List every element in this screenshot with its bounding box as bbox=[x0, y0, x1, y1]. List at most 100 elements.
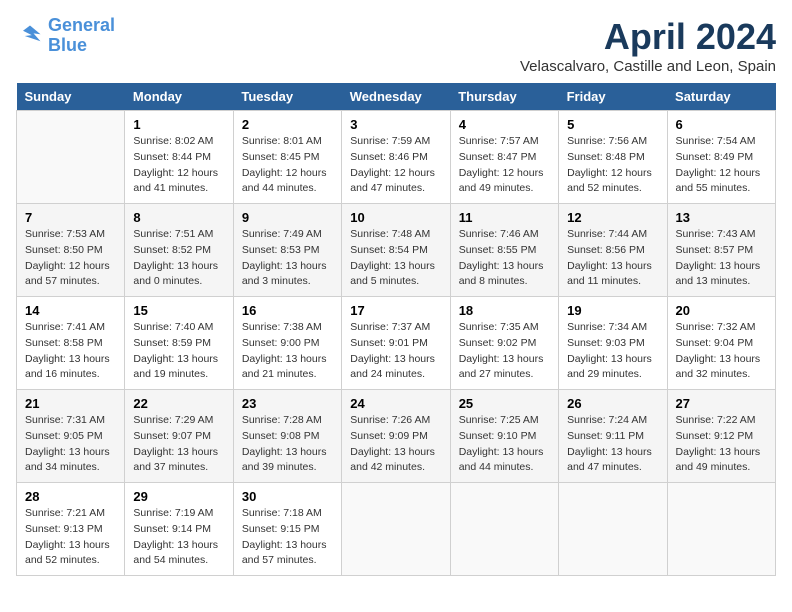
day-number: 21 bbox=[25, 396, 116, 411]
header-sunday: Sunday bbox=[17, 83, 125, 111]
calendar-cell: 7 Sunrise: 7:53 AMSunset: 8:50 PMDaylight… bbox=[17, 204, 125, 297]
day-info: Sunrise: 7:21 AMSunset: 9:13 PMDaylight:… bbox=[25, 506, 116, 569]
calendar-cell bbox=[559, 483, 667, 576]
calendar-cell: 5 Sunrise: 7:56 AMSunset: 8:48 PMDaylight… bbox=[559, 111, 667, 204]
day-number: 11 bbox=[459, 210, 550, 225]
calendar-week-row: 7 Sunrise: 7:53 AMSunset: 8:50 PMDaylight… bbox=[17, 204, 776, 297]
calendar-cell: 20 Sunrise: 7:32 AMSunset: 9:04 PMDayligh… bbox=[667, 297, 775, 390]
day-number: 6 bbox=[676, 117, 767, 132]
calendar-cell: 1 Sunrise: 8:02 AMSunset: 8:44 PMDaylight… bbox=[125, 111, 233, 204]
calendar-cell: 21 Sunrise: 7:31 AMSunset: 9:05 PMDayligh… bbox=[17, 390, 125, 483]
calendar-cell: 3 Sunrise: 7:59 AMSunset: 8:46 PMDaylight… bbox=[342, 111, 450, 204]
location-text: Velascalvaro, Castille and Leon, Spain bbox=[520, 58, 776, 75]
day-info: Sunrise: 7:43 AMSunset: 8:57 PMDaylight:… bbox=[676, 227, 767, 290]
day-info: Sunrise: 7:32 AMSunset: 9:04 PMDaylight:… bbox=[676, 320, 767, 383]
calendar-week-row: 21 Sunrise: 7:31 AMSunset: 9:05 PMDayligh… bbox=[17, 390, 776, 483]
day-number: 1 bbox=[133, 117, 224, 132]
day-number: 7 bbox=[25, 210, 116, 225]
calendar-cell: 27Sunrise: 7:22 AMSunset: 9:12 PMDayligh… bbox=[667, 390, 775, 483]
title-block: April 2024 Velascalvaro, Castille and Le… bbox=[520, 16, 776, 75]
day-number: 19 bbox=[567, 303, 658, 318]
calendar-table: SundayMondayTuesdayWednesdayThursdayFrid… bbox=[16, 83, 776, 576]
day-number: 18 bbox=[459, 303, 550, 318]
day-info: Sunrise: 7:25 AMSunset: 9:10 PMDaylight:… bbox=[459, 413, 550, 476]
day-info: Sunrise: 7:41 AMSunset: 8:58 PMDaylight:… bbox=[25, 320, 116, 383]
calendar-cell: 16Sunrise: 7:38 AMSunset: 9:00 PMDayligh… bbox=[233, 297, 341, 390]
day-number: 29 bbox=[133, 489, 224, 504]
day-number: 13 bbox=[676, 210, 767, 225]
calendar-week-row: 1 Sunrise: 8:02 AMSunset: 8:44 PMDaylight… bbox=[17, 111, 776, 204]
calendar-cell: 25 Sunrise: 7:25 AMSunset: 9:10 PMDayligh… bbox=[450, 390, 558, 483]
day-info: Sunrise: 7:40 AMSunset: 8:59 PMDaylight:… bbox=[133, 320, 224, 383]
day-number: 30 bbox=[242, 489, 333, 504]
day-info: Sunrise: 7:22 AMSunset: 9:12 PMDaylight:… bbox=[676, 413, 767, 476]
calendar-cell: 18 Sunrise: 7:35 AMSunset: 9:02 PMDayligh… bbox=[450, 297, 558, 390]
calendar-cell: 10 Sunrise: 7:48 AMSunset: 8:54 PMDayligh… bbox=[342, 204, 450, 297]
calendar-cell: 26 Sunrise: 7:24 AMSunset: 9:11 PMDayligh… bbox=[559, 390, 667, 483]
day-number: 5 bbox=[567, 117, 658, 132]
header-friday: Friday bbox=[559, 83, 667, 111]
day-info: Sunrise: 7:51 AMSunset: 8:52 PMDaylight:… bbox=[133, 227, 224, 290]
day-number: 8 bbox=[133, 210, 224, 225]
calendar-cell: 22 Sunrise: 7:29 AMSunset: 9:07 PMDayligh… bbox=[125, 390, 233, 483]
day-number: 3 bbox=[350, 117, 441, 132]
day-info: Sunrise: 7:46 AMSunset: 8:55 PMDaylight:… bbox=[459, 227, 550, 290]
day-info: Sunrise: 7:53 AMSunset: 8:50 PMDaylight:… bbox=[25, 227, 116, 290]
day-number: 26 bbox=[567, 396, 658, 411]
day-number: 28 bbox=[25, 489, 116, 504]
day-info: Sunrise: 8:01 AMSunset: 8:45 PMDaylight:… bbox=[242, 134, 333, 197]
day-number: 25 bbox=[459, 396, 550, 411]
day-number: 2 bbox=[242, 117, 333, 132]
day-number: 15 bbox=[133, 303, 224, 318]
logo-bird-icon bbox=[16, 22, 44, 50]
header-saturday: Saturday bbox=[667, 83, 775, 111]
calendar-cell: 11 Sunrise: 7:46 AMSunset: 8:55 PMDayligh… bbox=[450, 204, 558, 297]
day-info: Sunrise: 7:56 AMSunset: 8:48 PMDaylight:… bbox=[567, 134, 658, 197]
day-info: Sunrise: 7:31 AMSunset: 9:05 PMDaylight:… bbox=[25, 413, 116, 476]
day-info: Sunrise: 7:24 AMSunset: 9:11 PMDaylight:… bbox=[567, 413, 658, 476]
day-number: 10 bbox=[350, 210, 441, 225]
day-info: Sunrise: 7:35 AMSunset: 9:02 PMDaylight:… bbox=[459, 320, 550, 383]
header-thursday: Thursday bbox=[450, 83, 558, 111]
day-info: Sunrise: 7:28 AMSunset: 9:08 PMDaylight:… bbox=[242, 413, 333, 476]
day-number: 9 bbox=[242, 210, 333, 225]
calendar-cell bbox=[667, 483, 775, 576]
page-header: General Blue April 2024 Velascalvaro, Ca… bbox=[16, 16, 776, 75]
day-info: Sunrise: 7:19 AMSunset: 9:14 PMDaylight:… bbox=[133, 506, 224, 569]
calendar-week-row: 28 Sunrise: 7:21 AMSunset: 9:13 PMDayligh… bbox=[17, 483, 776, 576]
calendar-cell: 12 Sunrise: 7:44 AMSunset: 8:56 PMDayligh… bbox=[559, 204, 667, 297]
logo-text: General Blue bbox=[48, 16, 115, 56]
calendar-cell: 24Sunrise: 7:26 AMSunset: 9:09 PMDayligh… bbox=[342, 390, 450, 483]
day-info: Sunrise: 7:34 AMSunset: 9:03 PMDaylight:… bbox=[567, 320, 658, 383]
day-info: Sunrise: 8:02 AMSunset: 8:44 PMDaylight:… bbox=[133, 134, 224, 197]
header-wednesday: Wednesday bbox=[342, 83, 450, 111]
calendar-cell: 6Sunrise: 7:54 AMSunset: 8:49 PMDaylight… bbox=[667, 111, 775, 204]
calendar-cell bbox=[342, 483, 450, 576]
calendar-cell: 9Sunrise: 7:49 AMSunset: 8:53 PMDaylight… bbox=[233, 204, 341, 297]
day-info: Sunrise: 7:59 AMSunset: 8:46 PMDaylight:… bbox=[350, 134, 441, 197]
logo-general: General bbox=[48, 15, 115, 35]
day-number: 24 bbox=[350, 396, 441, 411]
header-monday: Monday bbox=[125, 83, 233, 111]
day-info: Sunrise: 7:38 AMSunset: 9:00 PMDaylight:… bbox=[242, 320, 333, 383]
day-number: 20 bbox=[676, 303, 767, 318]
logo-blue: Blue bbox=[48, 35, 87, 55]
day-info: Sunrise: 7:57 AMSunset: 8:47 PMDaylight:… bbox=[459, 134, 550, 197]
calendar-cell: 28 Sunrise: 7:21 AMSunset: 9:13 PMDayligh… bbox=[17, 483, 125, 576]
calendar-cell: 4 Sunrise: 7:57 AMSunset: 8:47 PMDaylight… bbox=[450, 111, 558, 204]
day-number: 14 bbox=[25, 303, 116, 318]
calendar-cell: 13 Sunrise: 7:43 AMSunset: 8:57 PMDayligh… bbox=[667, 204, 775, 297]
day-number: 4 bbox=[459, 117, 550, 132]
calendar-cell: 15 Sunrise: 7:40 AMSunset: 8:59 PMDayligh… bbox=[125, 297, 233, 390]
day-info: Sunrise: 7:48 AMSunset: 8:54 PMDaylight:… bbox=[350, 227, 441, 290]
day-number: 23 bbox=[242, 396, 333, 411]
day-info: Sunrise: 7:44 AMSunset: 8:56 PMDaylight:… bbox=[567, 227, 658, 290]
day-info: Sunrise: 7:29 AMSunset: 9:07 PMDaylight:… bbox=[133, 413, 224, 476]
day-number: 22 bbox=[133, 396, 224, 411]
calendar-cell bbox=[17, 111, 125, 204]
day-number: 12 bbox=[567, 210, 658, 225]
calendar-cell: 14 Sunrise: 7:41 AMSunset: 8:58 PMDayligh… bbox=[17, 297, 125, 390]
calendar-cell: 19 Sunrise: 7:34 AMSunset: 9:03 PMDayligh… bbox=[559, 297, 667, 390]
calendar-header-row: SundayMondayTuesdayWednesdayThursdayFrid… bbox=[17, 83, 776, 111]
day-number: 17 bbox=[350, 303, 441, 318]
